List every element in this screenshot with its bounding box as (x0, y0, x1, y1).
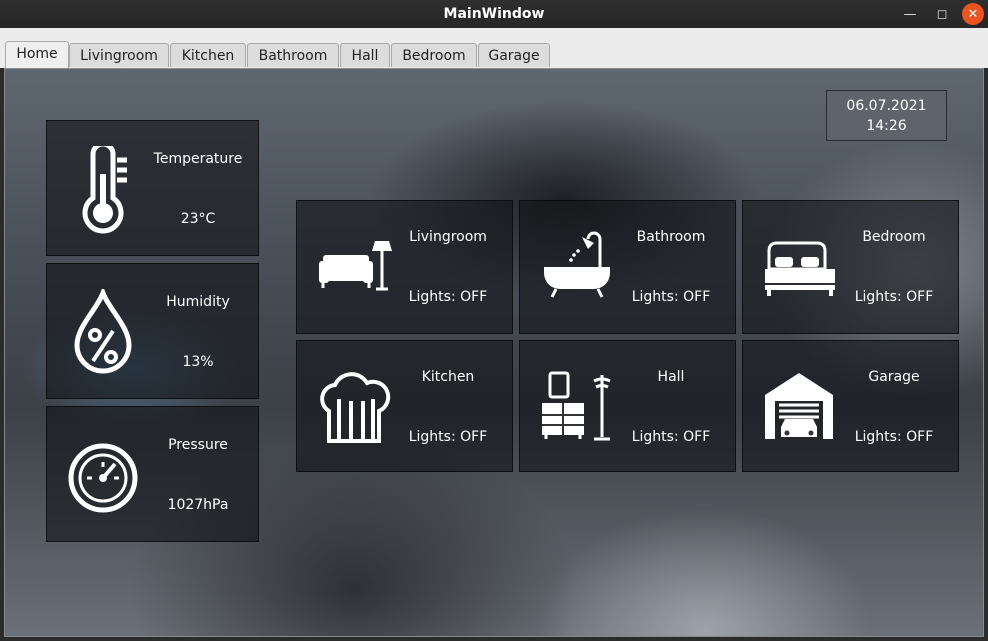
close-icon[interactable]: ✕ (962, 3, 984, 25)
room-livingroom[interactable]: Livingroom Lights: OFF (296, 200, 513, 334)
tab-garage[interactable]: Garage (478, 43, 550, 67)
tab-hall[interactable]: Hall (340, 43, 390, 67)
tab-kitchen[interactable]: Kitchen (170, 43, 246, 67)
temperature-panel: Temperature 23°C (46, 120, 259, 256)
kitchen-status: Lights: OFF (408, 429, 488, 445)
hall-status: Lights: OFF (631, 429, 711, 445)
home-content: 06.07.2021 14:26 Temperature 23°C Humidi… (4, 68, 984, 637)
room-kitchen[interactable]: Kitchen Lights: OFF (296, 340, 513, 472)
kitchen-label: Kitchen (421, 369, 475, 385)
date-label: 06.07.2021 (846, 98, 927, 114)
minimize-icon[interactable]: — (896, 0, 924, 28)
thermometer-icon (82, 146, 127, 234)
datetime-display: 06.07.2021 14:26 (826, 90, 947, 141)
gauge-icon (68, 443, 138, 513)
bathroom-label: Bathroom (636, 229, 706, 245)
pressure-value: 1027hPa (167, 497, 229, 513)
window-title: MainWindow (443, 6, 545, 22)
hall-label: Hall (657, 369, 685, 385)
livingroom-status: Lights: OFF (408, 289, 488, 305)
bathtub-shower-icon (544, 231, 610, 298)
bathroom-status: Lights: OFF (631, 289, 711, 305)
humidity-value: 13% (182, 354, 214, 370)
bedroom-label: Bedroom (862, 229, 926, 245)
title-bar: MainWindow — ◻ ✕ (0, 0, 988, 28)
temperature-value: 23°C (180, 211, 216, 227)
bed-icon (765, 241, 835, 296)
tab-bar: Home Livingroom Kitchen Bathroom Hall Be… (0, 28, 988, 68)
room-hall[interactable]: Hall Lights: OFF (519, 340, 736, 472)
water-drop-percent-icon (74, 289, 132, 374)
garage-status: Lights: OFF (854, 429, 934, 445)
pressure-panel: Pressure 1027hPa (46, 406, 259, 542)
tab-bedroom[interactable]: Bedroom (391, 43, 477, 67)
tab-livingroom[interactable]: Livingroom (69, 43, 169, 67)
maximize-icon[interactable]: ◻ (928, 0, 956, 28)
temperature-label: Temperature (153, 151, 243, 167)
time-label: 14:26 (866, 118, 907, 134)
bedroom-status: Lights: OFF (854, 289, 934, 305)
garage-car-icon (765, 373, 833, 439)
livingroom-label: Livingroom (409, 229, 487, 245)
chef-hat-cutlery-icon (320, 372, 391, 443)
tab-bathroom[interactable]: Bathroom (247, 43, 339, 67)
garage-label: Garage (868, 369, 920, 385)
tab-home[interactable]: Home (5, 41, 69, 68)
sofa-lamp-icon (319, 241, 392, 291)
pressure-label: Pressure (168, 437, 228, 453)
room-garage[interactable]: Garage Lights: OFF (742, 340, 959, 472)
room-bedroom[interactable]: Bedroom Lights: OFF (742, 200, 959, 334)
humidity-panel: Humidity 13% (46, 263, 259, 399)
room-bathroom[interactable]: Bathroom Lights: OFF (519, 200, 736, 334)
dresser-coat-rack-icon (542, 371, 611, 441)
humidity-label: Humidity (166, 294, 230, 310)
